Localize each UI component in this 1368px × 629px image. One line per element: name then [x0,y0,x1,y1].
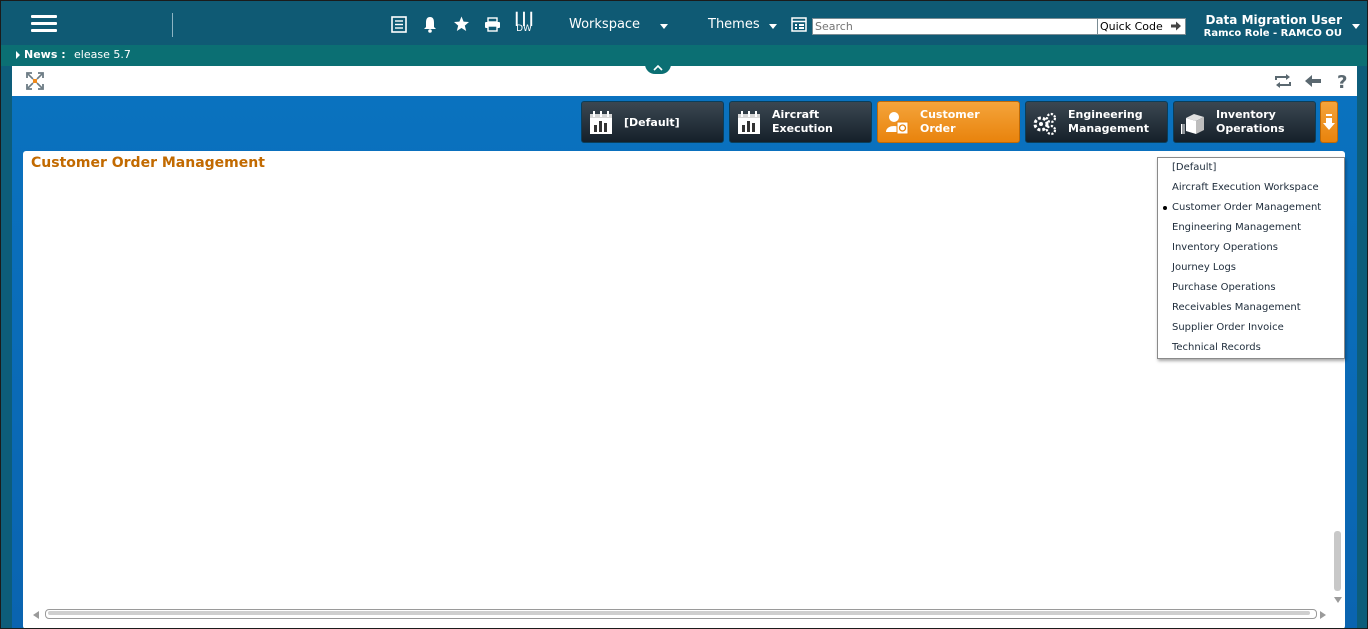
user-role: Ramco Role - RAMCO OU [1203,28,1342,39]
quick-code-label: Quick Code [1100,20,1163,33]
divider [172,13,173,37]
dropdown-item[interactable]: Aircraft Execution Workspace [1172,182,1319,193]
scroll-down-arrow-icon[interactable] [1334,597,1342,603]
page-toolbar: ? [12,66,1357,96]
news-bar: News : elease 5.7 [1,45,1367,66]
calendar-chart-icon [738,111,760,134]
content-panel: Customer Order Management [23,151,1345,628]
dw-icon[interactable]: ┃┃┃ DW [513,13,535,35]
page-title: Customer Order Management [31,155,265,171]
dropdown-item[interactable]: Purchase Operations [1172,282,1276,293]
dropdown-item-selected[interactable]: Customer Order Management [1172,202,1321,213]
workspace-tab-default[interactable]: [Default] [581,101,724,143]
news-arrow-icon [16,51,20,59]
star-icon[interactable] [450,13,472,35]
dropdown-item[interactable]: Journey Logs [1172,262,1236,273]
workspace-tab-inventory-operations[interactable]: Inventory Operations [1173,101,1316,143]
inventory-boxes-icon [1181,114,1204,134]
calendar-icon[interactable] [788,13,810,35]
bell-icon[interactable] [419,13,441,35]
dropdown-item[interactable]: Receivables Management [1172,302,1301,313]
scroll-left-arrow-icon[interactable] [33,611,39,619]
help-icon[interactable]: ? [1334,72,1352,90]
user-name: Data Migration User [1205,13,1343,27]
hamburger-menu-icon[interactable] [31,15,57,33]
dropdown-item[interactable]: Technical Records [1172,342,1261,353]
workspace-tab-label: [Default] [624,116,680,129]
printer-icon[interactable] [481,13,503,35]
news-ticker-text: elease 5.7 [74,48,131,61]
workspace-tab-label: Customer Order [920,108,980,135]
workspace-tab-label: Engineering Management [1068,108,1149,135]
expand-icon[interactable] [26,72,44,90]
customer-order-icon [886,112,909,135]
user-info[interactable]: Data Migration User Ramco Role - RAMCO O… [1204,13,1342,39]
refresh-swap-icon[interactable] [1274,72,1292,90]
workspace-caret-icon[interactable] [660,24,668,29]
workspace-menu[interactable]: Workspace [569,17,640,32]
workspace-tab-customer-order[interactable]: Customer Order [877,101,1020,143]
workspace-tab-label: Inventory Operations [1216,108,1285,135]
selected-bullet-icon [1163,206,1167,210]
news-label: News : [24,48,66,61]
dw-label: DW [516,24,532,34]
dropdown-item[interactable]: Supplier Order Invoice [1172,322,1284,333]
scroll-right-arrow-icon[interactable] [1320,611,1326,619]
horizontal-scroll-thumb[interactable] [48,611,1310,615]
arrow-right-icon[interactable] [1171,21,1181,31]
calendar-chart-icon [590,111,612,134]
themes-caret-icon[interactable] [769,24,777,29]
app-window: ┃┃┃DW Workspace Themes Quick Code Data M… [0,0,1368,629]
list-icon[interactable] [388,13,410,35]
svg-text:?: ? [1337,72,1347,90]
gears-icon [1033,112,1057,136]
top-header: ┃┃┃DW Workspace Themes Quick Code Data M… [1,1,1367,45]
workspace-tab-label: Aircraft Execution [772,108,833,135]
quick-code-input[interactable]: Quick Code [1097,18,1186,35]
dropdown-item[interactable]: Inventory Operations [1172,242,1278,253]
dropdown-item[interactable]: [Default] [1172,162,1216,173]
dropdown-item[interactable]: Engineering Management [1172,222,1301,233]
horizontal-scrollbar[interactable] [45,609,1317,619]
workspace-dropdown: [Default] Aircraft Execution Workspace C… [1157,157,1345,359]
themes-menu[interactable]: Themes [708,17,760,32]
vertical-scrollbar[interactable] [1333,351,1343,601]
user-caret-icon[interactable] [1352,24,1360,29]
chevron-up-icon [653,65,663,71]
back-arrow-icon[interactable] [1304,72,1322,90]
vertical-scroll-thumb[interactable] [1334,531,1341,591]
workspace-tab-engineering-management[interactable]: Engineering Management [1025,101,1168,143]
workspace-tab-aircraft-execution[interactable]: Aircraft Execution [729,101,872,143]
search-input[interactable] [812,18,1099,35]
arrow-down-icon [1323,114,1335,130]
more-workspaces-button[interactable] [1320,101,1338,143]
workspace-area: [Default] Aircraft Execution Customer Orde… [12,96,1357,628]
